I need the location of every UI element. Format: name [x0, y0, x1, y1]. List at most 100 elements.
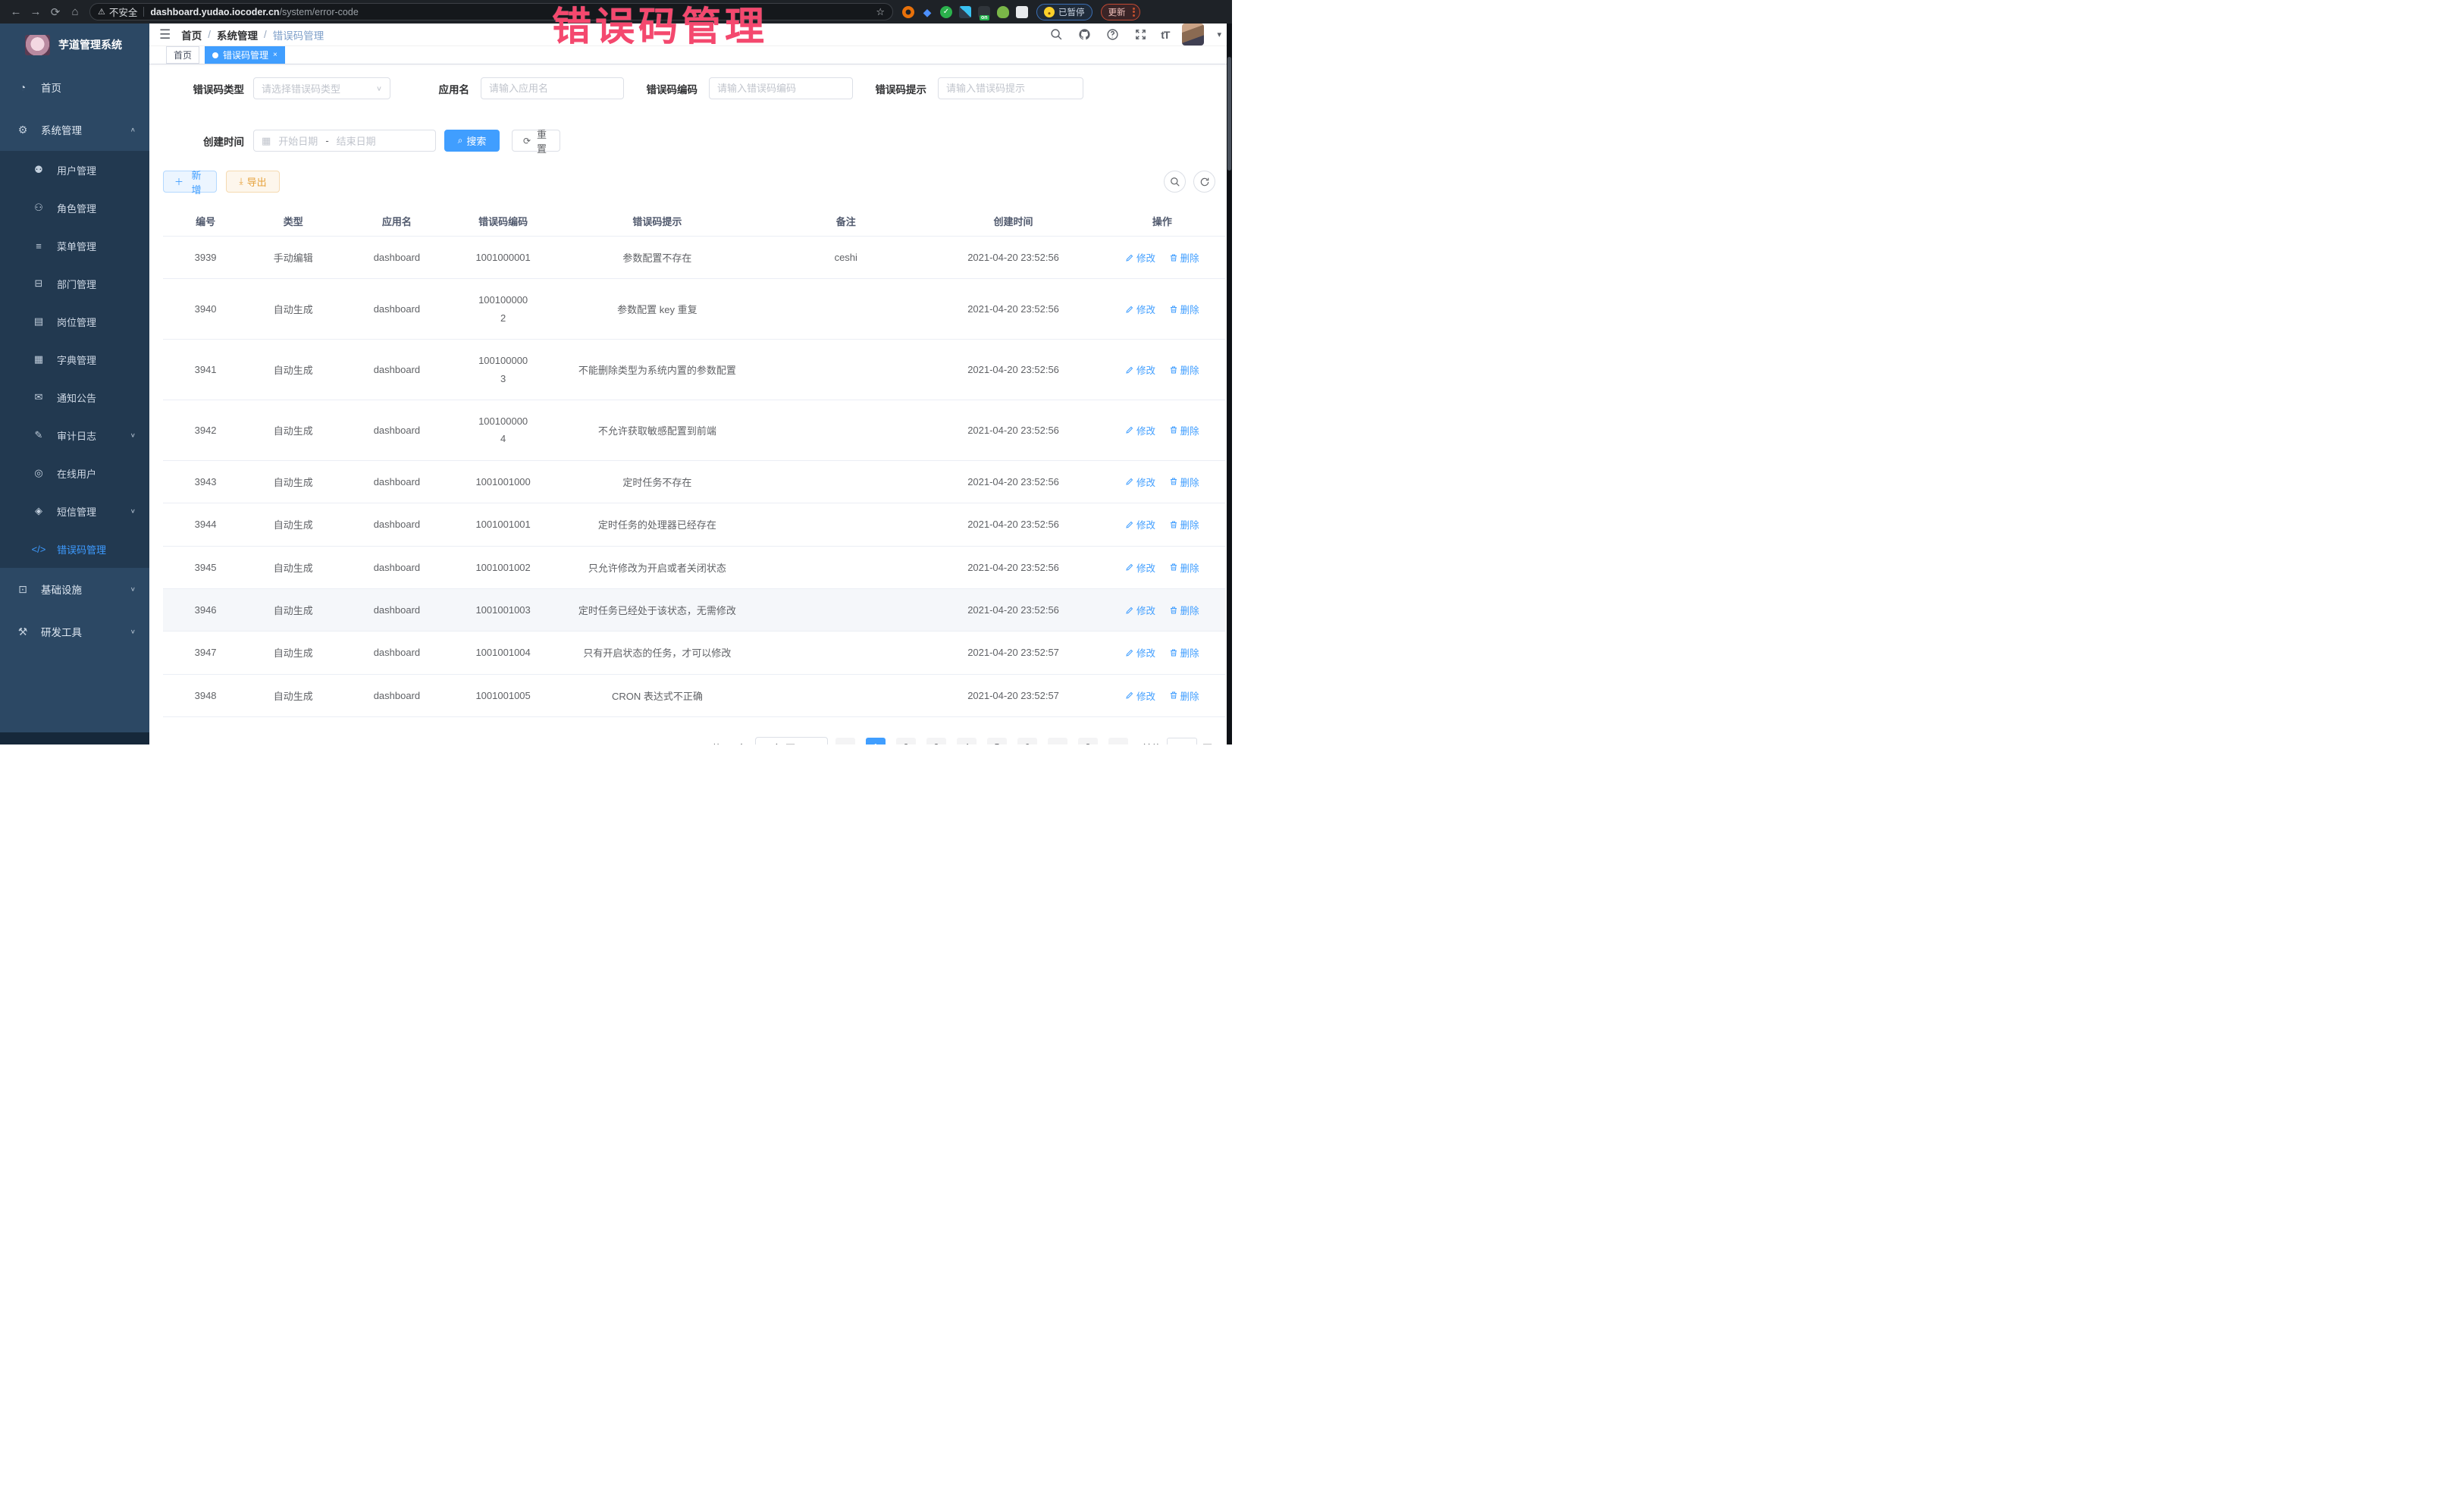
check-circle-extension-icon[interactable]: ✓ — [940, 6, 952, 18]
goto-page-input[interactable] — [1167, 738, 1197, 744]
table-row[interactable]: 3945 自动生成 dashboard 1001001002 只允许修改为开启或… — [163, 546, 1226, 588]
grid-extension-icon[interactable] — [959, 6, 971, 18]
reset-button[interactable]: ⟳ 重置 — [512, 130, 560, 152]
sidebar-item[interactable]: ▦字典管理 — [0, 340, 149, 378]
more-pages-button[interactable]: ••• — [1048, 738, 1067, 744]
address-bar[interactable]: ⚠ 不安全 dashboard.yudao.iocoder.cn/system/… — [89, 3, 893, 20]
sidebar-item[interactable]: ⊡基础设施∨ — [0, 568, 149, 610]
bookmark-star-icon[interactable]: ☆ — [876, 6, 885, 18]
puzzle-extensions-icon[interactable] — [1016, 6, 1028, 18]
error-hint-input[interactable] — [946, 83, 1075, 94]
date-range-picker[interactable]: ▦ 开始日期 - 结束日期 — [253, 130, 436, 152]
avatar[interactable] — [1182, 24, 1204, 45]
table-row[interactable]: 3943 自动生成 dashboard 1001001000 定时任务不存在 2… — [163, 460, 1226, 503]
table-row[interactable]: 3948 自动生成 dashboard 1001001005 CRON 表达式不… — [163, 674, 1226, 716]
table-row[interactable]: 3947 自动生成 dashboard 1001001004 只有开启状态的任务… — [163, 632, 1226, 674]
table-row[interactable]: 3939 手动编辑 dashboard 1001000001 参数配置不存在 c… — [163, 237, 1226, 279]
delete-link[interactable]: 删除 — [1169, 517, 1199, 531]
table-row[interactable]: 3942 自动生成 dashboard 100100000 4 不允许获取敏感配… — [163, 400, 1226, 460]
delete-link[interactable]: 删除 — [1169, 475, 1199, 489]
edit-link[interactable]: 修改 — [1125, 302, 1155, 316]
delete-link[interactable]: 删除 — [1169, 603, 1199, 617]
search-icon[interactable] — [1049, 27, 1064, 42]
prev-page-button[interactable]: ‹ — [835, 738, 855, 744]
extension-orange-icon[interactable] — [902, 6, 914, 18]
key-extension-icon[interactable] — [997, 6, 1009, 18]
tab-home[interactable]: 首页 — [166, 46, 199, 64]
sidebar-item[interactable]: ⚇角色管理 — [0, 189, 149, 227]
delete-link[interactable]: 删除 — [1169, 645, 1199, 660]
update-button[interactable]: 更新 — [1101, 4, 1140, 20]
docs-question-icon[interactable] — [1105, 27, 1120, 42]
error-type-select[interactable]: 请选择错误码类型 ∨ — [253, 77, 390, 99]
gem-extension-icon[interactable]: ◆ — [921, 6, 933, 18]
delete-link[interactable]: 删除 — [1169, 423, 1199, 437]
sidebar-item[interactable]: ⚙系统管理∧ — [0, 108, 149, 151]
font-size-icon[interactable]: tT — [1161, 29, 1169, 41]
reload-icon[interactable]: ⟳ — [45, 5, 65, 19]
close-icon[interactable]: × — [273, 51, 277, 59]
edit-link[interactable]: 修改 — [1125, 603, 1155, 617]
page-button[interactable]: 3 — [926, 738, 946, 744]
delete-link[interactable]: 删除 — [1169, 250, 1199, 265]
delete-link[interactable]: 删除 — [1169, 302, 1199, 316]
add-button[interactable]: ＋ 新增 — [163, 171, 217, 193]
edit-link[interactable]: 修改 — [1125, 560, 1155, 575]
edit-link[interactable]: 修改 — [1125, 475, 1155, 489]
table-row[interactable]: 3946 自动生成 dashboard 1001001003 定时任务已经处于该… — [163, 588, 1226, 631]
sidebar-item[interactable]: ⊟部门管理 — [0, 265, 149, 303]
edit-link[interactable]: 修改 — [1125, 250, 1155, 265]
page-button[interactable]: 2 — [896, 738, 916, 744]
search-button[interactable]: ⌕ 搜索 — [444, 130, 500, 152]
page-button[interactable]: 6 — [1017, 738, 1037, 744]
hamburger-icon[interactable]: ☰ — [159, 27, 171, 42]
chevron-down-icon[interactable]: ▾ — [1217, 30, 1221, 39]
security-label[interactable]: 不安全 — [109, 5, 138, 19]
export-button[interactable]: ⤓ 导出 — [226, 171, 280, 193]
home-icon[interactable]: ⌂ — [65, 5, 85, 18]
sidebar-collapse-bar[interactable] — [0, 732, 149, 744]
refresh-table-button[interactable] — [1193, 171, 1215, 193]
sidebar-item-error-code[interactable]: </>错误码管理 — [0, 530, 149, 568]
page-scrollbar[interactable] — [1227, 24, 1232, 744]
delete-link[interactable]: 删除 — [1169, 362, 1199, 377]
toggle-search-button[interactable] — [1164, 171, 1186, 193]
fullscreen-icon[interactable] — [1133, 27, 1148, 42]
breadcrumb-system[interactable]: 系统管理 — [217, 27, 258, 42]
breadcrumb-home[interactable]: 首页 — [181, 27, 202, 42]
sidebar-item[interactable]: ✉通知公告 — [0, 378, 149, 416]
tab-error-code[interactable]: 错误码管理 × — [205, 46, 285, 64]
next-page-button[interactable]: › — [1108, 738, 1128, 744]
app-logo[interactable]: 芋道管理系统 — [0, 24, 149, 66]
sidebar-item[interactable]: ⚒研发工具∨ — [0, 610, 149, 653]
paused-badge[interactable]: 已暂停 — [1036, 4, 1092, 20]
back-icon[interactable]: ← — [6, 5, 26, 18]
edit-link[interactable]: 修改 — [1125, 517, 1155, 531]
error-code-input[interactable] — [717, 83, 845, 94]
page-button[interactable]: 1 — [866, 738, 886, 744]
table-row[interactable]: 3941 自动生成 dashboard 100100000 3 不能删除类型为系… — [163, 340, 1226, 400]
edit-link[interactable]: 修改 — [1125, 645, 1155, 660]
delete-link[interactable]: 删除 — [1169, 560, 1199, 575]
page-button[interactable]: 4 — [957, 738, 977, 744]
browser-menu-icon[interactable] — [1133, 8, 1135, 17]
page-button[interactable]: 5 — [987, 738, 1007, 744]
scrollbar-thumb[interactable] — [1227, 57, 1231, 171]
sidebar-item[interactable]: ⚉用户管理 — [0, 151, 149, 189]
forward-icon[interactable]: → — [26, 5, 45, 18]
edit-link[interactable]: 修改 — [1125, 362, 1155, 377]
sidebar-item[interactable]: ◎在线用户 — [0, 454, 149, 492]
table-row[interactable]: 3940 自动生成 dashboard 100100000 2 参数配置 key… — [163, 279, 1226, 340]
sidebar-item[interactable]: ◈短信管理∨ — [0, 492, 149, 530]
sidebar-item[interactable]: ▤岗位管理 — [0, 303, 149, 340]
on-badge-extension-icon[interactable] — [978, 6, 990, 18]
delete-link[interactable]: 删除 — [1169, 688, 1199, 703]
page-size-select[interactable]: 10条/页 ∨ — [755, 737, 828, 744]
app-name-input[interactable] — [489, 83, 616, 94]
sidebar-item[interactable]: ✎审计日志∨ — [0, 416, 149, 454]
edit-link[interactable]: 修改 — [1125, 423, 1155, 437]
edit-link[interactable]: 修改 — [1125, 688, 1155, 703]
sidebar-item[interactable]: ◔首页 — [0, 66, 149, 108]
table-row[interactable]: 3944 自动生成 dashboard 1001001001 定时任务的处理器已… — [163, 503, 1226, 546]
sidebar-item[interactable]: ≡菜单管理 — [0, 227, 149, 265]
